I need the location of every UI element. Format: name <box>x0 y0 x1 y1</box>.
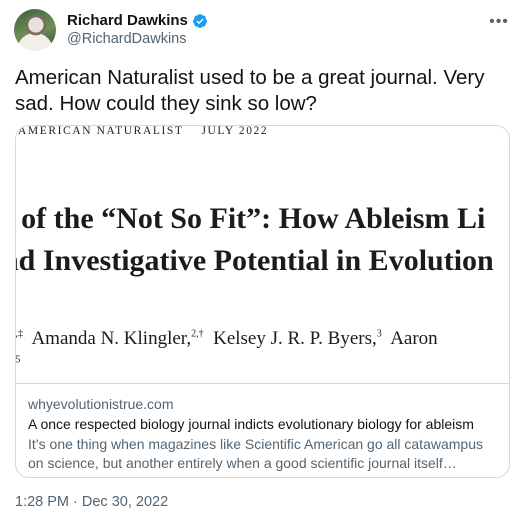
author-1-sup: 2,† <box>191 328 204 340</box>
more-horizontal-icon[interactable]: ••• <box>488 11 510 33</box>
author-1: Amanda N. Klingler, <box>31 328 192 349</box>
verified-badge-icon <box>192 13 207 28</box>
journal-name: AMERICAN NATURALIST <box>18 126 184 137</box>
tweet-header: Richard Dawkins @RichardDawkins ••• <box>14 9 512 53</box>
card-description: It’s one thing when magazines like Scien… <box>28 436 483 471</box>
article-authors-line-2: s5 <box>16 354 20 376</box>
author-handle[interactable]: @RichardDawkins <box>67 31 186 47</box>
article-authors-line-1: ,†,‡ Amanda N. Klingler,2,† Kelsey J. R.… <box>16 328 438 350</box>
tweet-text: American Naturalist used to be a great j… <box>15 66 485 115</box>
author-2-sup: 3 <box>376 328 382 340</box>
avatar[interactable] <box>14 9 56 51</box>
card-meta: whyevolutionistrue.com A once respected … <box>28 395 498 473</box>
author-2: Kelsey J. R. P. Byers, <box>213 328 377 349</box>
article-title-line-2: nd Investigative Potential in Evolution <box>16 244 494 277</box>
article-title-line-1: s of the “Not So Fit”: How Ableism Li <box>16 202 486 235</box>
card-title[interactable]: A once respected biology journal indicts… <box>28 415 498 434</box>
author-line-2-sup: 5 <box>16 355 20 366</box>
author-name-row: Richard Dawkins <box>67 12 208 29</box>
author-prefix-sup: ,†,‡ <box>16 328 23 340</box>
tweet-timestamp[interactable]: 1:28 PM · Dec 30, 2022 <box>15 494 168 510</box>
card-image[interactable]: AMERICAN NATURALIST JULY 2022 s of the “… <box>16 126 509 384</box>
journal-header: AMERICAN NATURALIST JULY 2022 <box>18 126 268 137</box>
journal-date: JULY 2022 <box>201 126 269 137</box>
link-preview-card[interactable]: AMERICAN NATURALIST JULY 2022 s of the “… <box>15 125 510 478</box>
author-display-name[interactable]: Richard Dawkins <box>67 12 188 29</box>
author-3: Aaron <box>390 328 438 349</box>
card-domain: whyevolutionistrue.com <box>28 396 174 412</box>
